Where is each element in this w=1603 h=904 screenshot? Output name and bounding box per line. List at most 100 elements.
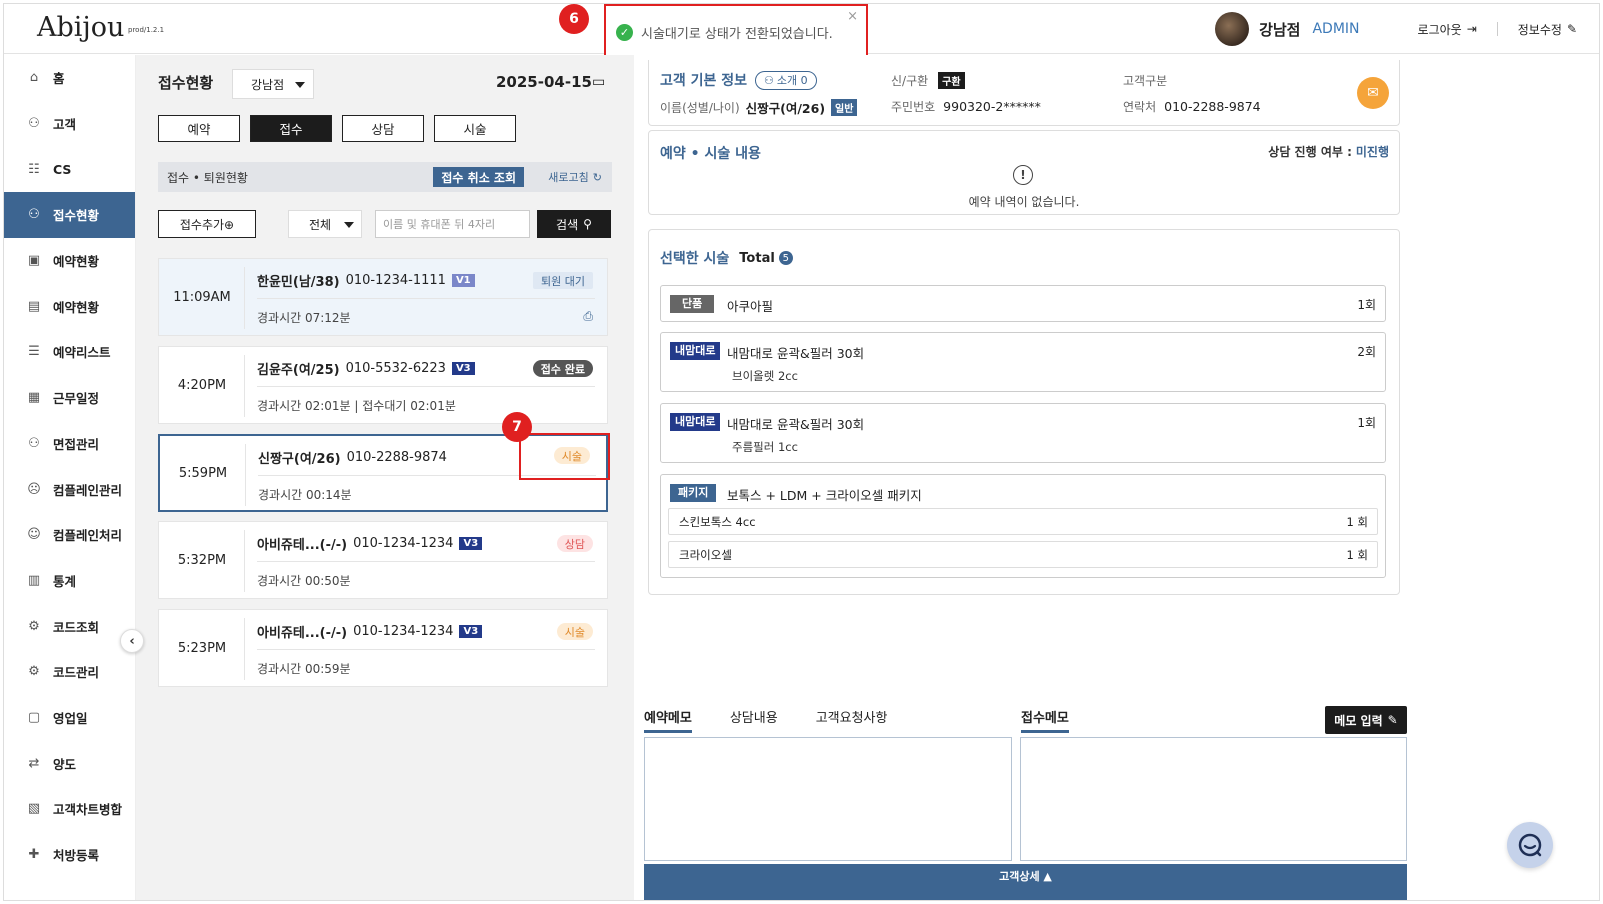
package-item[interactable]: 패키지 보톡스 + LDM + 크라이오셀 패키지 스킨보톡스 4cc 1 회 … [660, 474, 1386, 578]
edit-info-link[interactable]: 정보수정 ✎ [1518, 21, 1577, 38]
sidebar-item-reservation-list[interactable]: ☰ 예약리스트 [4, 329, 135, 375]
chat-button[interactable] [1507, 822, 1553, 868]
reservation-memo-textarea[interactable] [644, 737, 1012, 861]
sidebar-item-label: 코드조회 [53, 619, 100, 635]
sidebar: ⌂ 홈 ⚇ 고객 ☷ CS ⚇ 접수현황 ▣ 예약현황 ▤ 예약현황 ☰ 예약리스트 ▦ 근무일… [4, 55, 136, 900]
status-badge[interactable]: 상담 [556, 535, 593, 552]
branch-name: 강남점 [1259, 20, 1301, 39]
tab-customer-request[interactable]: 고객요청사항 [816, 707, 888, 733]
logout-link[interactable]: 로그아웃 ⇥ [1418, 21, 1477, 38]
sidebar-collapse-button[interactable]: ‹ [120, 629, 144, 653]
package-row-name: 크라이오셀 [679, 547, 732, 562]
referral-button[interactable]: ⚇ 소개 0 [755, 70, 817, 90]
card-time: 11:09AM [173, 289, 231, 305]
customer-detail-toggle[interactable]: 고객상세 ▲ [644, 864, 1407, 900]
grade-badge: 일반 [831, 99, 858, 116]
procedure-count: 2회 [1357, 345, 1376, 359]
procedure-item[interactable]: 내맘대로 내맘대로 윤곽&필러 30회 2회 브이올렛 2cc [660, 332, 1386, 392]
reception-card[interactable]: 11:09AM 한윤민(남/38) 010-1234-1111 V1 퇴원 대기… [158, 258, 608, 336]
app-logo[interactable]: Abijou [37, 12, 124, 43]
interview-icon: ⚇ [28, 435, 40, 451]
procedure-item[interactable]: 단품 아쿠아필 1회 [660, 285, 1386, 322]
reception-memo-textarea[interactable] [1020, 737, 1407, 861]
search-input[interactable]: 이름 및 휴대폰 뒤 4자리 [375, 210, 530, 238]
close-icon[interactable]: × [847, 9, 858, 24]
status-badge[interactable]: 퇴원 대기 [533, 272, 593, 289]
procedure-count: 1회 [1357, 416, 1376, 430]
sidebar-item-business-day[interactable]: ▢ 영업일 [4, 695, 135, 741]
sidebar-item-schedule[interactable]: ▦ 근무일정 [4, 375, 135, 421]
procedure-name: 아쿠아필 [727, 299, 774, 314]
procedure-item[interactable]: 내맘대로 내맘대로 윤곽&필러 30회 1회 주름필러 1cc [660, 403, 1386, 463]
sidebar-item-label: 양도 [53, 756, 77, 772]
customer-detail-panel: 고객 기본 정보 ⚇ 소개 0 이름(성별/나이) 신짱구(여/26) 일반 신… [634, 55, 1599, 900]
sidebar-item-customer[interactable]: ⚇ 고객 [4, 101, 135, 147]
tab-consult-content[interactable]: 상담내용 [730, 707, 778, 733]
package-row: 크라이오셀 1 회 [668, 541, 1378, 568]
sidebar-item-label: 근무일정 [53, 391, 100, 407]
sidebar-item-code-lookup[interactable]: ⚙ 코드조회 [4, 603, 135, 649]
customer-name: 신짱구(여/26) [258, 452, 341, 467]
reception-card[interactable]: 5:23PM 아비쥬테...(-/-) 010-1234-1234 V3 시술 … [158, 609, 608, 687]
tab-reservation[interactable]: 예약 [158, 115, 240, 142]
bar-title: 접수 • 퇴원현황 [167, 170, 248, 185]
status-filter-select[interactable]: 전체 [288, 210, 362, 238]
procedure-name: 내맘대로 윤곽&필러 30회 [727, 417, 865, 432]
sidebar-item-label: 통계 [53, 573, 77, 589]
vip-badge: V3 [459, 625, 483, 638]
tab-procedure[interactable]: 시술 [434, 115, 516, 142]
card-divider [244, 355, 245, 417]
building-icon: ▤ [27, 298, 41, 314]
card-time: 5:23PM [177, 640, 227, 656]
memo-tabs: 예약메모 상담내용 고객요청사항 [644, 707, 887, 733]
sidebar-item-complaint-proc[interactable]: ☺ 컴플레인처리 [4, 512, 135, 558]
procedures-box: 선택한 시술 Total 5 단품 아쿠아필 1회 내맘대로 내맘대로 윤곽&필… [648, 229, 1400, 595]
add-reception-button[interactable]: 접수추가⊕ [158, 210, 256, 238]
sidebar-item-transfer[interactable]: ⇄ 양도 [4, 740, 135, 786]
smile-face-icon: ☺ [27, 527, 41, 543]
contact-value: 010-2288-9874 [1164, 99, 1261, 114]
sidebar-item-home[interactable]: ⌂ 홈 [4, 55, 135, 101]
cancel-lookup-button[interactable]: 접수 취소 조회 [433, 167, 524, 187]
sidebar-item-complaint-mgmt[interactable]: ☹ 컴플레인관리 [4, 466, 135, 512]
sidebar-item-label: CS [53, 161, 72, 177]
search-label: 검색 [556, 217, 579, 232]
tab-consult[interactable]: 상담 [342, 115, 424, 142]
ssn-label: 주민번호 [891, 100, 936, 114]
reception-card[interactable]: 5:32PM 아비쥬테...(-/-) 010-1234-1234 V3 상담 … [158, 521, 608, 599]
print-icon[interactable]: ⎙ [583, 309, 593, 324]
sidebar-item-reservation-status-2[interactable]: ▤ 예약현황 [4, 283, 135, 329]
tab-reservation-memo[interactable]: 예약메모 [644, 707, 692, 733]
search-button[interactable]: 검색 ⚲ [537, 210, 611, 238]
card-customer: 신짱구(여/26) 010-2288-9874 [258, 448, 447, 467]
sidebar-item-chart-merge[interactable]: ▧ 고객차트병합 [4, 786, 135, 832]
sidebar-item-reception[interactable]: ⚇ 접수현황 [4, 192, 135, 238]
branch-select[interactable]: 강남점 [232, 69, 314, 99]
reception-card[interactable]: 4:20PM 김윤주(여/25) 010-5532-6223 V3 접수 완료 … [158, 346, 608, 424]
mail-button[interactable]: ✉ [1357, 77, 1389, 109]
sidebar-item-interview[interactable]: ⚇ 면접관리 [4, 421, 135, 467]
card-line [257, 649, 595, 650]
calendar-icon[interactable]: ▭ [592, 74, 605, 90]
type-label: 신/구환 [891, 74, 929, 88]
sidebar-item-code-mgmt[interactable]: ⚙ 코드관리 [4, 649, 135, 695]
customer-name: 아비쥬테...(-/-) [257, 626, 348, 641]
hierarchy-icon: ⚙ [28, 618, 40, 634]
sidebar-item-stats[interactable]: ▥ 통계 [4, 558, 135, 604]
customer-info-box: 고객 기본 정보 ⚇ 소개 0 이름(성별/나이) 신짱구(여/26) 일반 신… [648, 60, 1400, 126]
date-display: 2025-04-15 [496, 73, 592, 91]
status-badge[interactable]: 접수 완료 [532, 360, 593, 377]
document-icon: ☷ [28, 161, 40, 177]
sidebar-item-reservation-status[interactable]: ▣ 예약현황 [4, 238, 135, 284]
status-badge[interactable]: 시술 [556, 623, 593, 640]
memo-input-button[interactable]: 메모 입력 ✎ [1325, 706, 1407, 734]
sidebar-item-cs[interactable]: ☷ CS [4, 146, 135, 192]
tab-reception[interactable]: 접수 [250, 115, 332, 142]
tab-reception-memo[interactable]: 접수메모 [1021, 707, 1069, 733]
procedure-sub: 주름필러 1cc [732, 440, 798, 454]
refresh-icon: ↻ [592, 170, 602, 184]
sidebar-item-label: 컴플레인처리 [53, 528, 123, 544]
refresh-button[interactable]: 새로고침 ↻ [548, 169, 602, 185]
annotation-marker-7: 7 [502, 412, 532, 442]
sidebar-item-prescription[interactable]: ✚ 처방등록 [4, 832, 135, 878]
